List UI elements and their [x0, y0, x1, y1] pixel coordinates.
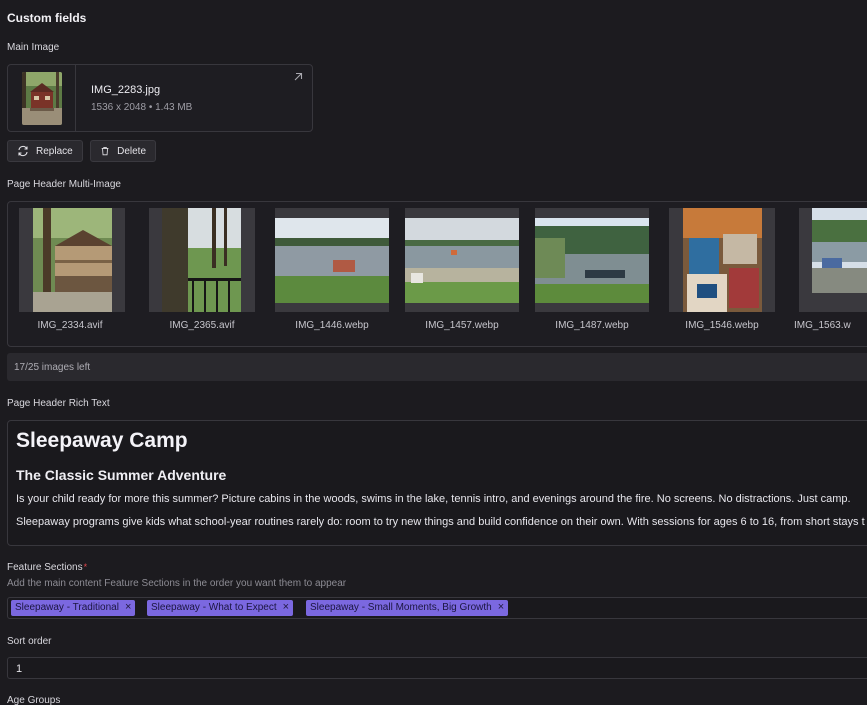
images-remaining: 17/25 images left	[7, 353, 867, 381]
feature-tag-label: Sleepaway - What to Expect	[151, 602, 277, 613]
feature-tag[interactable]: Sleepaway - What to Expect ×	[147, 600, 294, 616]
gallery-thumbnail	[405, 218, 519, 303]
gallery-thumbnail	[535, 218, 649, 303]
gallery-item-name: IMG_1546.webp	[685, 320, 759, 331]
rich-text-editor[interactable]: Sleepaway Camp The Classic Summer Advent…	[7, 420, 867, 546]
gallery-item-name: IMG_1487.webp	[555, 320, 629, 331]
multi-image-label: Page Header Multi-Image	[7, 179, 121, 190]
gallery-thumbnail	[812, 208, 867, 293]
rich-text-label: Page Header Rich Text	[7, 398, 110, 409]
gallery-item[interactable]	[405, 208, 519, 312]
feature-tag-label: Sleepaway - Traditional	[15, 602, 119, 613]
gallery-item-name: IMG_2365.avif	[169, 320, 235, 331]
gallery-item[interactable]	[275, 208, 389, 312]
gallery-item[interactable]	[149, 208, 255, 312]
gallery-thumbnail	[683, 208, 762, 312]
main-image-filename[interactable]: IMG_2283.jpg	[91, 84, 160, 96]
rich-text-heading: Sleepaway Camp	[16, 429, 188, 452]
feature-sections-helper: Add the main content Feature Sections in…	[7, 578, 347, 589]
remove-tag-icon[interactable]: ×	[498, 602, 504, 613]
feature-sections-label: Feature Sections	[7, 562, 83, 573]
refresh-icon	[18, 145, 28, 157]
gallery-item-name: IMG_1563.w	[794, 320, 851, 331]
sort-order-label: Sort order	[7, 636, 52, 647]
gallery-thumbnail	[275, 218, 389, 303]
trash-icon	[101, 147, 109, 156]
main-image-label: Main Image	[7, 42, 60, 53]
feature-tag-label: Sleepaway - Small Moments, Big Growth	[310, 602, 492, 613]
feature-sections-label-row: Feature Sections*	[7, 562, 87, 573]
delete-button[interactable]: Delete	[90, 140, 156, 162]
gallery-thumbnail	[33, 208, 112, 312]
rich-text-paragraph: Sleepaway programs give kids what school…	[16, 516, 865, 528]
gallery-item[interactable]	[19, 208, 125, 312]
rich-text-paragraph: Is your child ready for more this summer…	[16, 493, 851, 505]
main-image-thumbnail-frame	[8, 65, 76, 131]
gallery-item[interactable]	[669, 208, 775, 312]
feature-tag[interactable]: Sleepaway - Traditional ×	[11, 600, 136, 616]
feature-tag[interactable]: Sleepaway - Small Moments, Big Growth ×	[306, 600, 509, 616]
gallery-item[interactable]	[535, 208, 649, 312]
delete-button-label: Delete	[117, 145, 146, 157]
remove-tag-icon[interactable]: ×	[125, 602, 131, 613]
multi-image-gallery: IMG_2334.avif IMG_2365.avif IMG_1446.web…	[7, 201, 867, 347]
age-groups-label: Age Groups	[7, 695, 61, 705]
gallery-item-name: IMG_2334.avif	[37, 320, 103, 331]
replace-button-label: Replace	[36, 145, 73, 157]
gallery-thumbnail	[162, 208, 241, 312]
main-image-meta: 1536 x 2048 • 1.43 MB	[91, 102, 193, 113]
gallery-item-name: IMG_1457.webp	[425, 320, 499, 331]
gallery-item-name: IMG_1446.webp	[295, 320, 369, 331]
remove-tag-icon[interactable]: ×	[283, 602, 289, 613]
external-link-icon[interactable]	[293, 72, 303, 82]
feature-sections-input[interactable]: Sleepaway - Traditional × Sleepaway - Wh…	[7, 597, 867, 619]
gallery-item[interactable]	[799, 208, 867, 312]
rich-text-subheading: The Classic Summer Adventure	[16, 467, 227, 483]
main-image-thumbnail[interactable]	[21, 71, 62, 125]
main-image-card[interactable]: IMG_2283.jpg 1536 x 2048 • 1.43 MB	[7, 64, 313, 132]
replace-button[interactable]: Replace	[7, 140, 83, 162]
required-marker: *	[83, 562, 88, 572]
custom-fields-title: Custom fields	[7, 11, 87, 25]
sort-order-input[interactable]: 1	[7, 657, 867, 679]
